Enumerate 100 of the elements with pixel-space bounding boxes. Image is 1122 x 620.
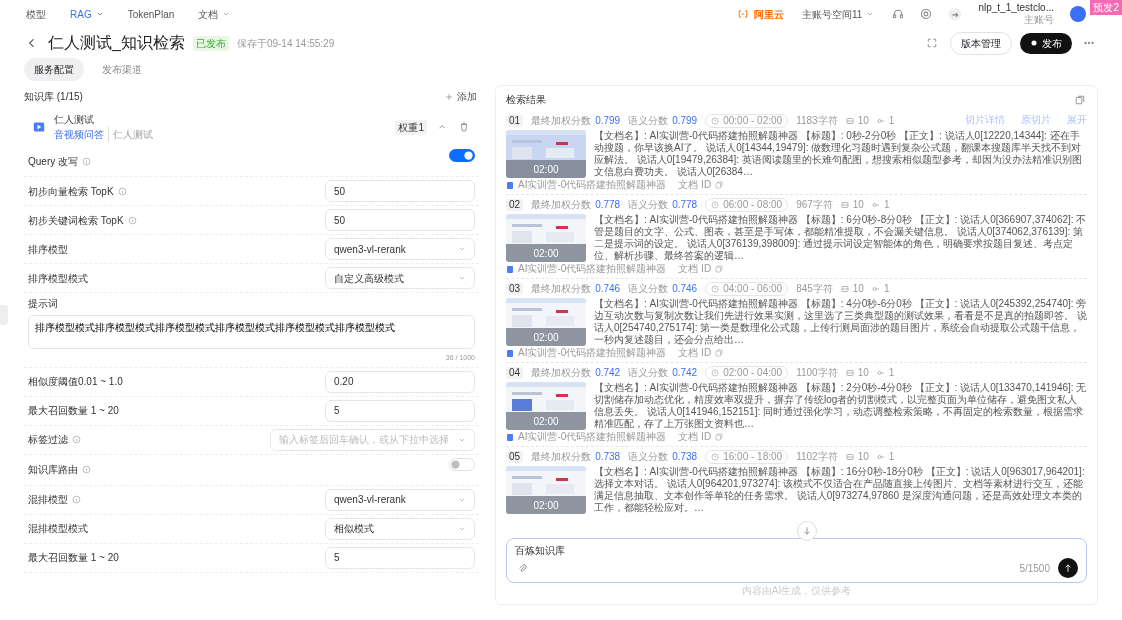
brand-name: 阿里云 (754, 7, 784, 22)
video-icon (32, 121, 46, 133)
avatar[interactable] (1070, 6, 1086, 22)
toggle-switch[interactable] (449, 149, 475, 162)
scroll-down-button[interactable] (796, 521, 817, 541)
chunk-text: 【文档名】: AI实训营-0代码搭建拍照解题神器 【标题】: 6分0秒-8分0秒 【正文】: 说话人0[366907,374062]: 不管是题目的文字、公式、图表，甚至是手写体，都能精准提取，不会漏关键信息。 说话人0[374062,376139]: 第二是提示词的设定。 说话人0[376139,398009]: 通过提示词设定智能体的角色，明确要求按题目复述、考点定位、解析步骤、最终答案的逻辑… (594, 214, 1087, 262)
tab[interactable]: 服务配置 (24, 58, 84, 81)
rank-number: 02 (506, 199, 524, 211)
setting-label: 知识库路由 (28, 463, 78, 477)
link-icon (871, 285, 880, 293)
score-value: 0.799 (595, 115, 621, 127)
image-count: 10 (857, 451, 869, 463)
plus-icon (445, 92, 453, 101)
nav-link[interactable]: 文档 (198, 6, 231, 22)
chunk-text: 【文档名】: AI实训营-0代码搭建拍照解题神器 【标题】: 2分0秒-4分0秒 【正文】: 说话人0[133470,141946]: 无切割储存加动态优化，精度效率双提升，摒弃了传统log者的切割模式，以完整页面为单位储存，避免图文私人信息丢失。 说话人0[141946,152151]: 同时通过强化学习，动态调整检索策略，不再固定的检索数量，根据需求精准匹配，存了上万张图文资料也… (594, 382, 1087, 430)
document-icon (506, 180, 514, 190)
send-button[interactable] (1058, 558, 1078, 578)
share-icon[interactable] (948, 7, 963, 21)
score-value: 0.799 (672, 115, 698, 127)
document-icon (506, 348, 514, 358)
clock-icon (711, 453, 720, 461)
number-field[interactable]: 50 (325, 180, 475, 202)
video-duration: 02:00 (532, 500, 560, 512)
char-count: 1100字符 (796, 367, 838, 379)
publish-button[interactable]: 发布 (1020, 32, 1072, 54)
score-label: 语义分数 (628, 199, 669, 211)
document-name: AI实训营-0代码搭建拍照解题神器 (518, 431, 667, 443)
number-field[interactable]: 0.20 (325, 370, 475, 393)
setting-label: Query 改写 (28, 154, 78, 169)
headset-icon[interactable] (892, 8, 905, 20)
score-value: 0.778 (672, 199, 698, 211)
number-field[interactable]: 5 (325, 399, 475, 422)
time-range: 04:00 - 06:00 (723, 283, 783, 295)
kb-type: 音视频问答 (54, 128, 104, 142)
copy-icon (1075, 94, 1085, 105)
trash-icon (459, 122, 469, 132)
paperclip-icon (517, 562, 528, 574)
char-counter: 5/1500 (1019, 561, 1050, 576)
number-field[interactable]: 5 (325, 546, 475, 569)
nav-link[interactable]: RAG (70, 6, 104, 22)
video-duration: 02:00 (532, 248, 560, 260)
video-duration: 02:00 (532, 164, 560, 176)
setting-label: 标签过滤 (28, 433, 68, 447)
chunk-text: 【文档名】: AI实训营-0代码搭建拍照解题神器 【标题】: 16分0秒-18分0秒 【正文】: 说话人0[963017,964201]: 选择文本对话。 说话人0[964201,973274]: 该模式不仅适合在产品随直接上传图片、文档等素材进行交互，还能满足信息抽取、文本创作等单轮的任务需求。 说话人0[973274,97860 是深度沟通问题，还是高效处理文本类的工作，都能轻松应对。… (594, 466, 1086, 514)
prompt-field[interactable]: 排序模型模式排序模型模式排序模型模式排序模型模式排序模型模式排序模型模式 (28, 315, 475, 349)
workspace-dropdown[interactable]: 主账号空间11 (800, 6, 877, 22)
copy-icon[interactable] (715, 349, 724, 357)
char-count: 845字符 (796, 283, 833, 295)
select-field[interactable]: 相似模式 (325, 517, 475, 540)
caret-icon (866, 10, 875, 18)
document-name: AI实训营-0代码搭建拍照解题神器 (518, 263, 667, 275)
select-field[interactable]: qwen3-vl-rerank (325, 238, 475, 260)
copy-button[interactable] (1073, 94, 1087, 105)
document-id: 文档 ID (678, 431, 712, 443)
document-icon (506, 432, 514, 442)
settings-icon[interactable] (920, 8, 933, 20)
number-field[interactable]: 50 (325, 209, 475, 231)
weight-tag: 权重1 (395, 119, 427, 135)
image-count: 10 (852, 199, 864, 211)
message-field[interactable]: 百炼知识库 5/1500 (506, 538, 1087, 583)
status-badge: 已发布 (192, 35, 229, 51)
link-icon (876, 369, 885, 377)
copy-icon[interactable] (715, 433, 724, 441)
document-name: AI实训营-0代码搭建拍照解题神器 (518, 347, 667, 359)
time-range: 00:00 - 02:00 (723, 115, 783, 127)
copy-icon[interactable] (715, 181, 724, 189)
select-field[interactable]: 自定义高级模式 (325, 267, 475, 289)
setting-label: 相似度阈值0.01 ~ 1.0 (28, 375, 123, 389)
image-count-icon (845, 117, 854, 125)
score-label: 语义分数 (628, 367, 669, 379)
copy-icon[interactable] (715, 265, 724, 273)
reference-count: 1 (883, 283, 890, 295)
nav-link[interactable]: 模型 (26, 6, 46, 22)
score-label: 最终加权分数 (531, 367, 592, 379)
select-field[interactable]: qwen3-vl-rerank (325, 488, 475, 511)
score-label: 最终加权分数 (531, 451, 592, 463)
setting-label: 提示词 (28, 297, 58, 311)
dot-icon (1030, 39, 1038, 47)
image-count: 10 (857, 367, 869, 379)
tab[interactable]: 发布渠道 (92, 58, 152, 81)
score-value: 0.746 (595, 283, 621, 295)
add-button[interactable]: 添加 (443, 89, 479, 104)
user-role: 主账号 (1024, 14, 1054, 26)
clock-icon (711, 201, 720, 209)
setting-label: 排序模型模式 (28, 271, 88, 286)
nav-link[interactable]: TokenPlan (127, 6, 175, 22)
user-name: nlp_t_1_testclo... (978, 2, 1054, 14)
score-label: 最终加权分数 (531, 199, 592, 211)
setting-label: 初步关键词检索 TopK (28, 213, 124, 228)
link-icon (876, 117, 885, 125)
logo-icon (736, 9, 750, 19)
score-value: 0.738 (595, 451, 621, 463)
document-icon (506, 264, 514, 274)
score-label: 语义分数 (628, 451, 669, 463)
link-icon (876, 453, 885, 461)
knowledge-base-name: 仁人测试 (54, 113, 95, 127)
score-value: 0.742 (672, 367, 698, 379)
chunk-text: 【文档名】: AI实训营-0代码搭建拍照解题神器 【标题】: 4分0秒-6分0秒 【正文】: 说话人0[245392,254740]: 旁边互动次数与复制次数让我们先进行效果实测，这里选了三类典型题的测试效果，看看是不是真的拍题即答。 说话人0[254740,275174]: 第一类是数理化公式题，上传行测局面涉的题目图片，系统会自动提取公式题干信息，一秒内复述题目，还会分点给出… (594, 298, 1087, 346)
clock-icon (711, 369, 720, 377)
setting-label: 混排模型 (28, 493, 68, 507)
